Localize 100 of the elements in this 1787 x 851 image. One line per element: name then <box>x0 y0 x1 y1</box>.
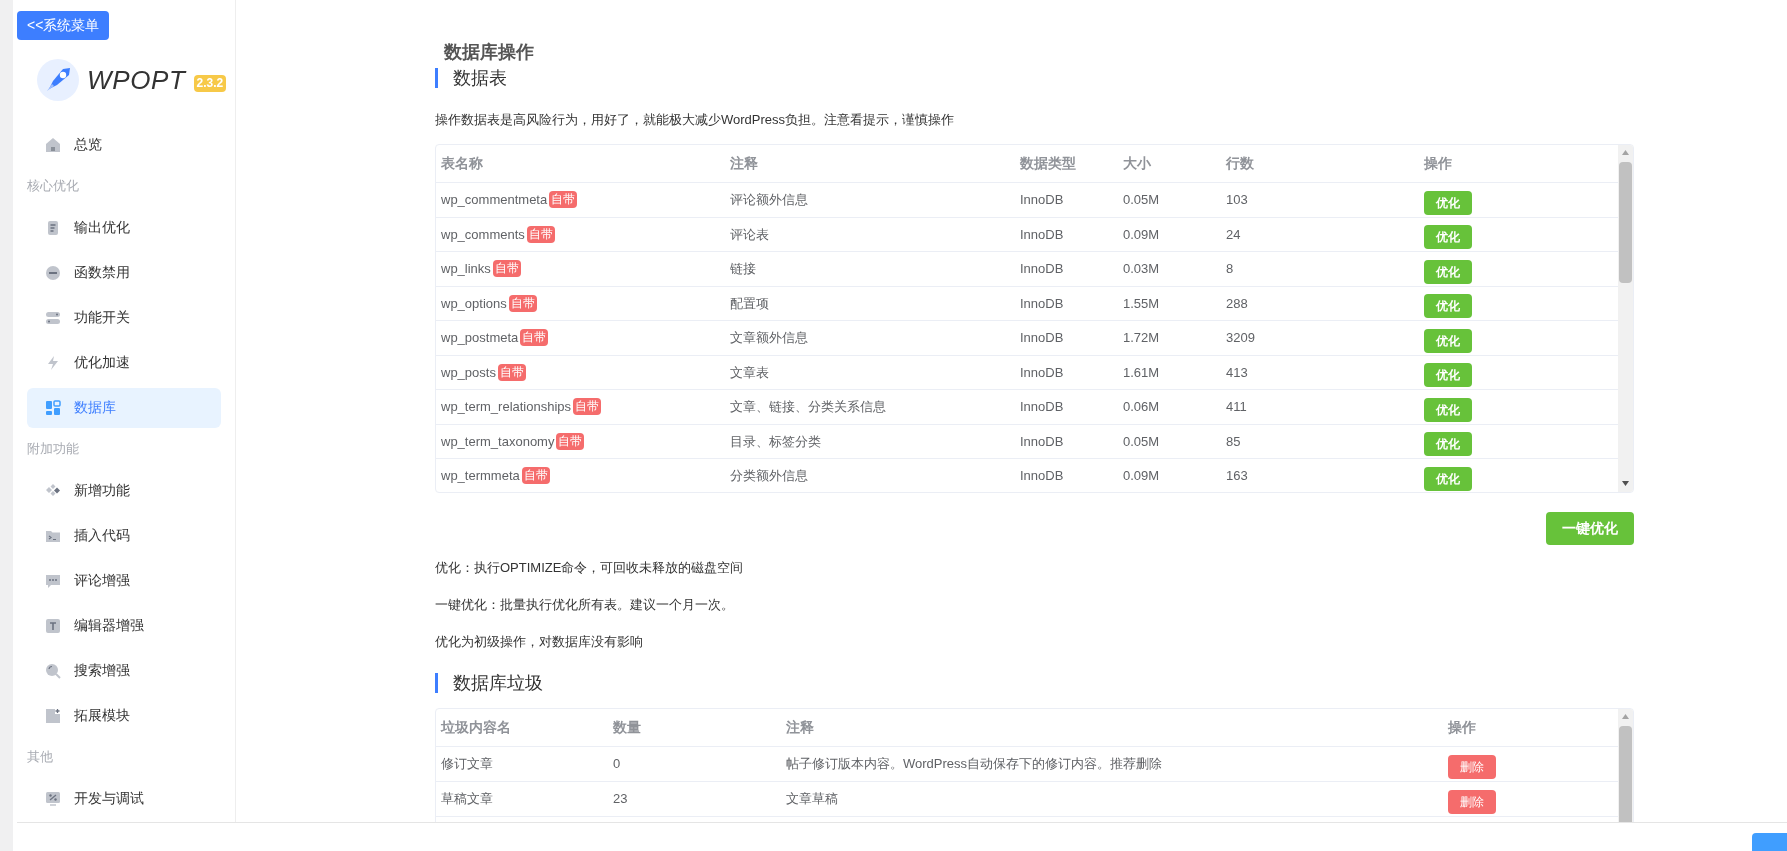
table-cell-text: 目录、标签分类 <box>729 432 822 451</box>
column-header: 行数 <box>1225 154 1255 173</box>
table-cell-text: InnoDB <box>1019 363 1065 382</box>
table-cell-text: 草稿文章 <box>440 790 494 809</box>
optimize-button[interactable]: 优化 <box>1424 294 1472 319</box>
optimize-button[interactable]: 优化 <box>1424 432 1472 457</box>
table-cell-text: 0.06M <box>1122 398 1161 416</box>
note-text: 优化：执行OPTIMIZE命令，可回收未释放的磁盘空间 <box>435 559 745 577</box>
nav-item[interactable]: 拓展模块 <box>27 695 221 736</box>
column-header: 数据类型 <box>1019 154 1077 173</box>
table-cell-text: 288 <box>1225 294 1249 313</box>
chat-icon <box>45 572 61 589</box>
table-name: wp_term_taxonomy <box>441 432 555 451</box>
table-cell-text: 103 <box>1225 191 1249 209</box>
scroll-down-icon[interactable] <box>1622 481 1629 486</box>
column-header: 大小 <box>1122 154 1152 173</box>
toggle-icon <box>45 309 61 326</box>
builtin-badge: 自带 <box>549 191 578 209</box>
table-cell-text: 413 <box>1225 363 1249 382</box>
nav-item[interactable]: 开发与调试 <box>27 778 221 819</box>
table-cell-text: InnoDB <box>1019 467 1065 485</box>
optimize-button[interactable]: 优化 <box>1424 363 1472 388</box>
table-name: wp_options <box>441 294 507 313</box>
table-name: wp_postmeta <box>441 329 519 347</box>
table-cell-text: 文章、链接、分类关系信息 <box>729 398 887 416</box>
rocket-logo-icon <box>37 59 79 101</box>
home-icon <box>45 136 61 153</box>
table-cell-text: 23 <box>612 790 629 809</box>
table-name: wp_links <box>441 260 491 278</box>
table-cell-text: 3209 <box>1225 329 1256 347</box>
scroll-up-icon[interactable] <box>1622 150 1629 155</box>
nav-heading: 核心优化 <box>27 177 80 196</box>
column-header: 数量 <box>612 718 642 737</box>
percent-icon <box>45 790 61 807</box>
builtin-badge: 自带 <box>520 329 549 347</box>
menu-button[interactable]: <<系统菜单 <box>17 11 110 40</box>
table-cell-text: 配置项 <box>729 294 770 313</box>
column-header: 表名称 <box>440 154 484 173</box>
scroll-up-icon[interactable] <box>1622 714 1629 719</box>
table-cell-text: 0.09M <box>1122 467 1161 485</box>
page-title: 数据库操作 <box>444 41 535 64</box>
scrollbar[interactable] <box>1618 145 1633 492</box>
builtin-badge: 自带 <box>526 225 555 243</box>
nav-item[interactable]: 评论增强 <box>27 560 221 601</box>
table-cell-text: 链接 <box>729 260 757 278</box>
nav-item[interactable]: 功能开关 <box>27 297 221 338</box>
section-title: 数据库垃圾 <box>453 671 543 695</box>
note-text: 一键优化：批量执行优化所有表。建议一个月一次。 <box>435 596 735 614</box>
builtin-badge: 自带 <box>497 363 526 381</box>
nav-item[interactable]: 总览 <box>27 124 221 165</box>
builtin-badge: 自带 <box>556 432 585 450</box>
table-cell-text: 分类额外信息 <box>729 467 809 485</box>
table-name: wp_comments <box>441 225 525 244</box>
lightning-icon <box>45 354 61 371</box>
nav-item[interactable]: 插入代码 <box>27 515 221 556</box>
diamonds-icon <box>45 482 61 499</box>
delete-button[interactable]: 删除 <box>1448 755 1496 779</box>
nav-item[interactable]: 优化加速 <box>27 342 221 383</box>
scrollbar[interactable] <box>1618 709 1633 822</box>
column-header: 注释 <box>729 154 759 173</box>
table-name: wp_posts <box>441 363 496 382</box>
column-header: 注释 <box>785 718 815 737</box>
table-cell-text: InnoDB <box>1019 294 1065 313</box>
table-cell-text: 24 <box>1225 225 1242 244</box>
optimize-button[interactable]: 优化 <box>1424 466 1472 491</box>
table-cell-text: 文章草稿 <box>785 790 839 809</box>
document-icon <box>45 219 61 236</box>
table-cell-text: 85 <box>1225 432 1242 451</box>
optimize-button[interactable]: 优化 <box>1424 225 1472 250</box>
section-marker <box>435 68 438 88</box>
table-cell-text: 文章表 <box>729 363 770 382</box>
nav-item[interactable]: 输出优化 <box>27 207 221 248</box>
optimize-button[interactable]: 优化 <box>1424 259 1472 284</box>
table-cell-text: 评论额外信息 <box>729 191 809 209</box>
nav-item[interactable]: 数据库 <box>27 387 221 428</box>
table-cell-text: InnoDB <box>1019 225 1065 244</box>
search-icon <box>45 662 61 679</box>
delete-button[interactable]: 删除 <box>1448 790 1496 814</box>
nav-item[interactable]: 新增功能 <box>27 470 221 511</box>
column-header: 操作 <box>1447 718 1477 737</box>
table-cell-text: 411 <box>1225 398 1248 416</box>
nav-heading: 附加功能 <box>27 440 80 459</box>
table-cell-text: InnoDB <box>1019 432 1065 451</box>
section-marker <box>435 673 438 693</box>
minus-circle-icon <box>45 264 61 281</box>
builtin-badge: 自带 <box>492 260 521 278</box>
nav-item[interactable]: 函数禁用 <box>27 252 221 293</box>
table-cell-text: InnoDB <box>1019 329 1065 347</box>
table-name: wp_term_relationships <box>441 398 572 416</box>
optimize-button[interactable]: 优化 <box>1424 190 1472 215</box>
nav-item[interactable]: 搜索增强 <box>27 650 221 691</box>
table-cell-text: 0.05M <box>1122 191 1161 209</box>
optimize-button[interactable]: 优化 <box>1424 397 1472 422</box>
section-title: 数据表 <box>453 66 507 90</box>
table-cell-text: 8 <box>1225 260 1235 278</box>
nav-item[interactable]: 编辑器增强 <box>27 605 221 646</box>
table-cell-text: 1.61M <box>1122 363 1161 382</box>
dashboard-icon <box>45 399 61 416</box>
optimize-button[interactable]: 优化 <box>1424 328 1472 353</box>
optimize-all-button[interactable]: 一键优化 <box>1546 512 1634 545</box>
